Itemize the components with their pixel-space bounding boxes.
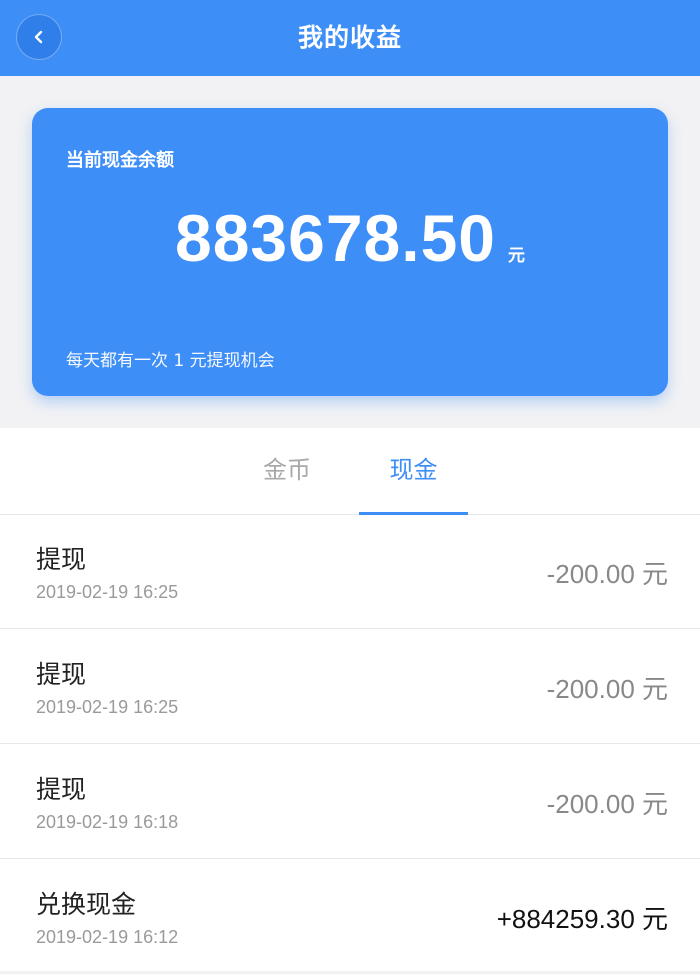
transaction-row[interactable]: 提现 2019-02-19 16:25 -200.00 元 [0, 514, 700, 629]
balance-amount: 883678.50 [175, 201, 496, 275]
transaction-row[interactable]: 兑换现金 2019-02-19 16:12 +884259.30 元 [0, 859, 700, 974]
transaction-amount: +884259.30 元 [496, 904, 668, 934]
balance-row: 883678.50 元 [32, 200, 668, 276]
withdraw-note: 每天都有一次 1 元提现机会 [66, 351, 275, 371]
transaction-time: 2019-02-19 16:25 [36, 697, 179, 717]
top-nav-bar: 我的收益 [0, 0, 700, 76]
balance-card: 当前现金余额 883678.50 元 每天都有一次 1 元提现机会 [32, 108, 668, 396]
balance-label: 当前现金余额 [66, 150, 174, 171]
tab-label: 金币 [263, 456, 311, 484]
transaction-time: 2019-02-19 16:25 [36, 582, 179, 602]
transaction-title: 兑换现金 [36, 890, 137, 919]
transactions-panel: 金币 现金 提现 2019-02-19 16:25 -200.00 元 提现 2… [0, 428, 700, 971]
transaction-amount: -200.00 元 [546, 559, 668, 589]
tab-gold-coins[interactable]: 金币 [232, 428, 342, 514]
page-title: 我的收益 [297, 23, 402, 52]
tab-bar: 金币 现金 [0, 428, 700, 515]
transaction-amount: -200.00 元 [546, 789, 668, 819]
balance-unit: 元 [508, 246, 525, 266]
transaction-title: 提现 [36, 545, 87, 574]
transaction-row[interactable]: 提现 2019-02-19 16:18 -200.00 元 [0, 744, 700, 859]
tab-cash[interactable]: 现金 [359, 428, 468, 515]
transaction-title: 提现 [36, 775, 87, 804]
transaction-time: 2019-02-19 16:18 [36, 812, 179, 832]
transaction-amount: -200.00 元 [546, 674, 668, 704]
transaction-row[interactable]: 提现 2019-02-19 16:25 -200.00 元 [0, 629, 700, 744]
transaction-time: 2019-02-19 16:12 [36, 927, 179, 947]
transaction-title: 提现 [36, 660, 87, 689]
tab-label: 现金 [389, 456, 438, 484]
